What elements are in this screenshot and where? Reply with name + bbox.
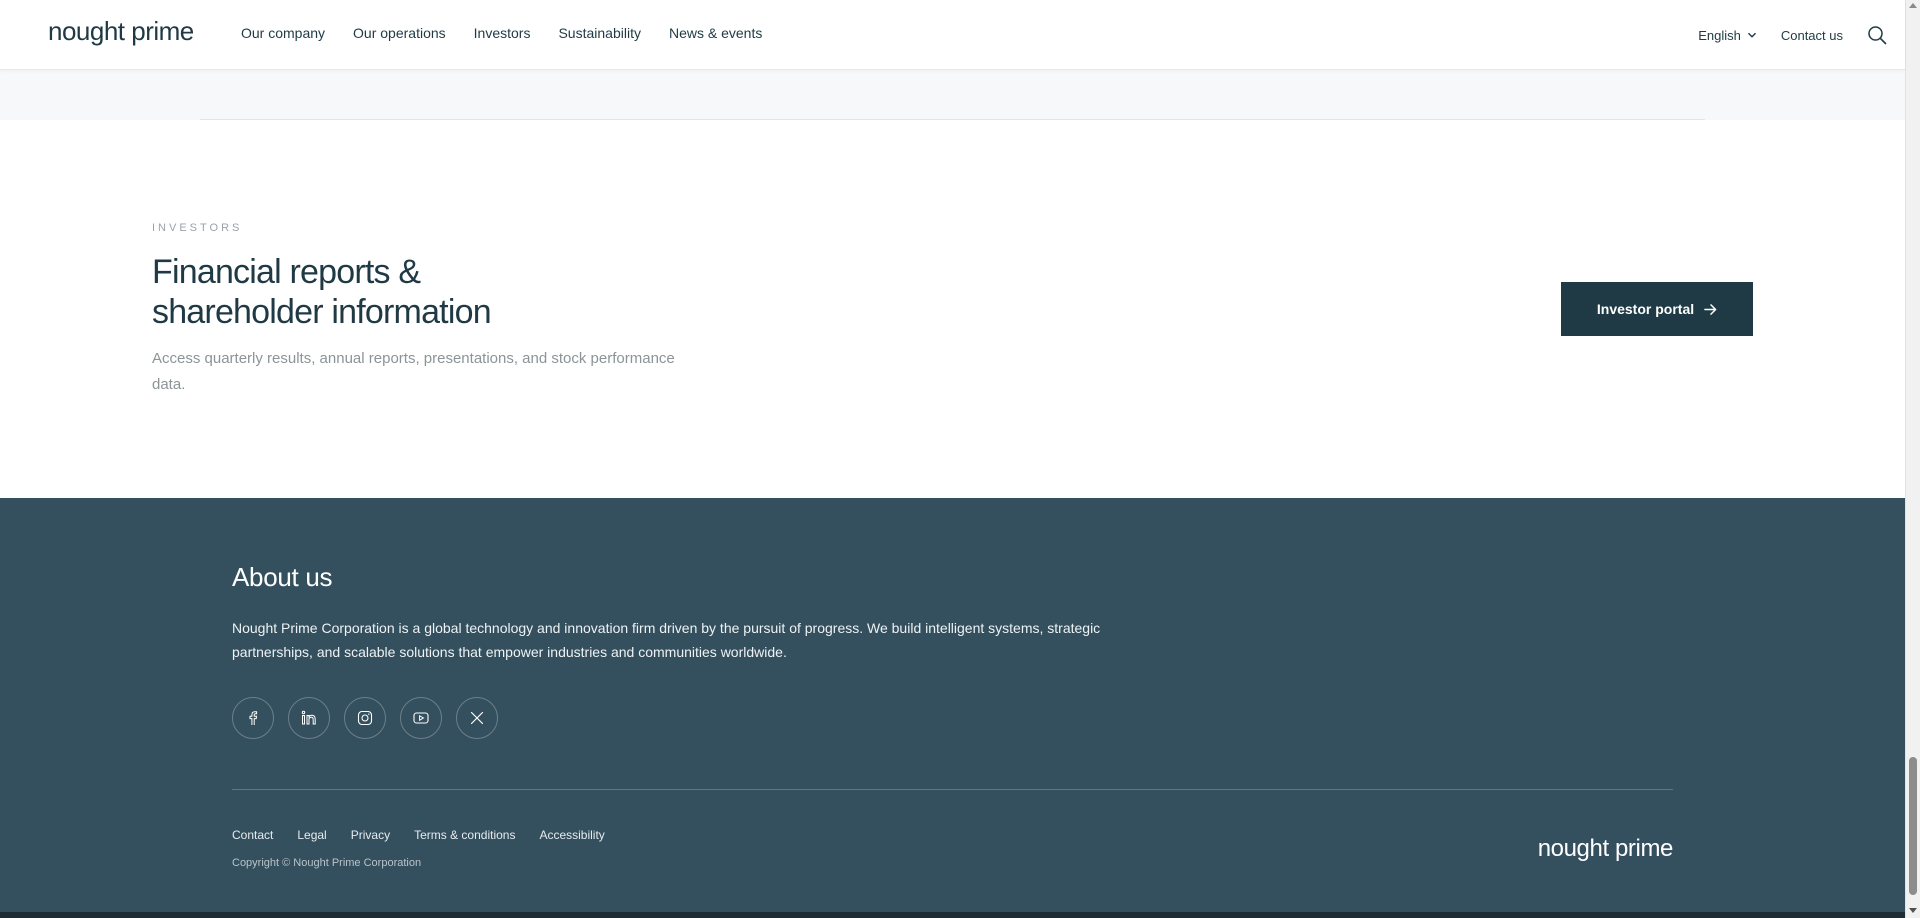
footer-link-legal[interactable]: Legal [297, 828, 326, 842]
chevron-down-icon [1747, 32, 1756, 38]
footer-link-privacy[interactable]: Privacy [351, 828, 390, 842]
footer-divider [232, 789, 1673, 790]
investors-description: Access quarterly results, annual reports… [152, 350, 675, 393]
footer-logo[interactable]: nought prime [1538, 835, 1674, 863]
about-text: Nought Prime Corporation is a global tec… [232, 620, 1101, 660]
site-footer: About us Nought Prime Corporation is a g… [0, 498, 1905, 912]
copyright-text: Copyright © Nought Prime Corporation [232, 857, 422, 869]
page-scrollbar[interactable] [1905, 0, 1920, 918]
header-utilities: English Contact us [1698, 0, 1887, 70]
section-divider [200, 119, 1705, 120]
investors-title-line2: shareholder information [152, 293, 492, 331]
youtube-link[interactable] [400, 697, 442, 739]
footer-link-contact[interactable]: Contact [232, 828, 273, 842]
main-nav: Our company Our operations Investors Sus… [241, 25, 762, 41]
scrollbar-thumb[interactable] [1909, 757, 1917, 895]
facebook-icon [249, 711, 258, 725]
scroll-down-arrow-icon[interactable] [1909, 908, 1917, 913]
contact-us-link[interactable]: Contact us [1781, 28, 1843, 43]
nav-investors[interactable]: Investors [474, 25, 531, 41]
arrow-right-icon [1704, 303, 1717, 315]
investors-title: Financial reports & shareholder informat… [152, 252, 712, 332]
nav-our-operations[interactable]: Our operations [353, 25, 446, 41]
linkedin-link[interactable] [288, 697, 330, 739]
language-label: English [1698, 27, 1741, 43]
x-link[interactable] [456, 697, 498, 739]
section-gray-band [0, 70, 1905, 120]
search-icon[interactable] [1867, 25, 1887, 45]
instagram-icon [357, 710, 373, 726]
footer-link-terms[interactable]: Terms & conditions [414, 828, 515, 842]
linkedin-icon [301, 710, 316, 725]
language-selector[interactable]: English [1698, 28, 1757, 43]
social-links [232, 697, 498, 739]
investors-eyebrow: INVESTORS [152, 222, 243, 234]
scroll-up-arrow-icon[interactable] [1909, 3, 1917, 8]
investor-portal-button[interactable]: Investor portal [1561, 282, 1753, 336]
footer-links: Contact Legal Privacy Terms & conditions… [232, 828, 605, 842]
youtube-icon [413, 712, 429, 724]
nav-sustainability[interactable]: Sustainability [558, 25, 641, 41]
site-logo[interactable]: nought prime [48, 16, 194, 47]
site-header: nought prime Our company Our operations … [0, 0, 1905, 70]
facebook-link[interactable] [232, 697, 274, 739]
nav-our-company[interactable]: Our company [241, 25, 325, 41]
about-title: About us [232, 562, 333, 592]
nav-news-events[interactable]: News & events [669, 25, 762, 41]
investor-portal-label: Investor portal [1596, 301, 1695, 317]
x-icon [470, 711, 484, 725]
bottom-strip [0, 912, 1905, 918]
instagram-link[interactable] [344, 697, 386, 739]
footer-link-accessibility[interactable]: Accessibility [539, 828, 604, 842]
investors-title-line1: Financial reports & [152, 253, 421, 291]
